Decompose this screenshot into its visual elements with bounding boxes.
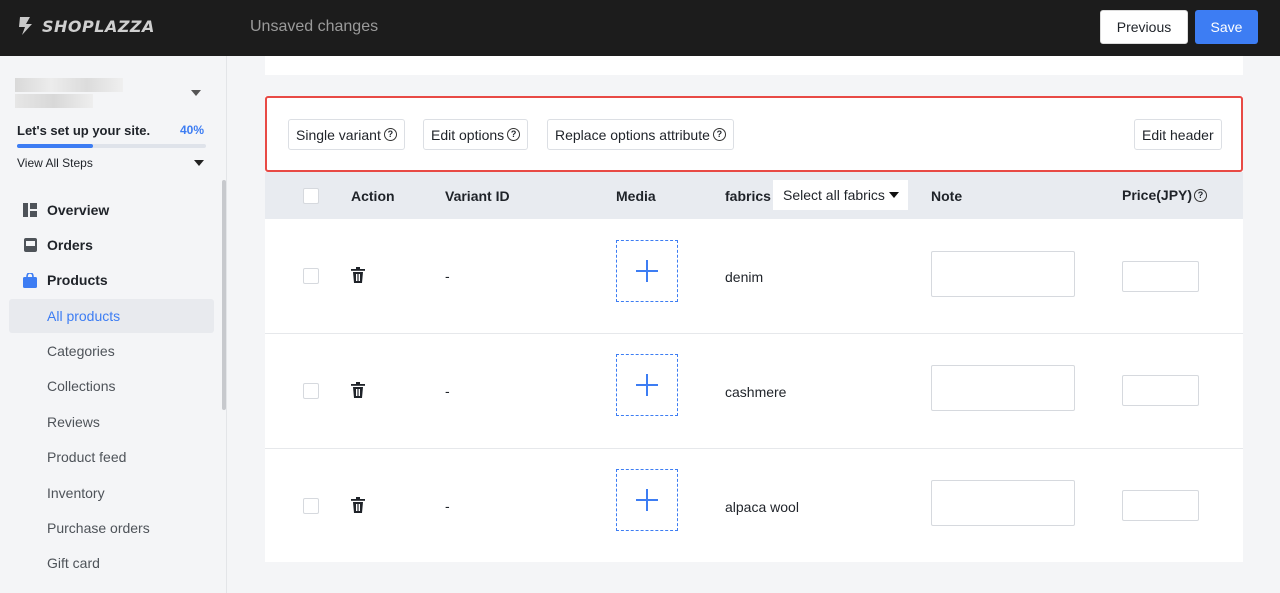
store-dropdown-icon[interactable] bbox=[191, 90, 201, 96]
sidebar-item-overview[interactable]: Overview bbox=[9, 193, 214, 227]
table-header: Action Variant ID Media fabrics Select a… bbox=[265, 172, 1243, 219]
sidebar-item-label: Products bbox=[47, 272, 108, 288]
plus-icon bbox=[636, 374, 658, 396]
variant-id-value: - bbox=[445, 268, 450, 284]
edit-options-label: Edit options bbox=[431, 126, 505, 143]
sidebar-item-collections[interactable]: Collections bbox=[9, 369, 214, 403]
save-button[interactable]: Save bbox=[1195, 10, 1258, 44]
plus-icon bbox=[636, 260, 658, 282]
help-icon[interactable]: ? bbox=[507, 128, 521, 141]
table-row: - alpaca wool bbox=[265, 449, 1243, 562]
shopping-bag-icon bbox=[9, 272, 47, 288]
column-price: Price(JPY) ? bbox=[1122, 187, 1208, 203]
price-input[interactable] bbox=[1122, 490, 1199, 521]
table-row: - denim bbox=[265, 219, 1243, 334]
logo[interactable]: SHOPLAZZA bbox=[16, 15, 155, 37]
column-media: Media bbox=[616, 188, 656, 204]
help-icon[interactable]: ? bbox=[383, 128, 397, 141]
shoplazza-logo-icon bbox=[19, 17, 32, 35]
column-fabrics: fabrics bbox=[725, 188, 771, 204]
sidebar-item-inventory[interactable]: Inventory bbox=[9, 476, 214, 510]
variant-toolbar: Single variant ? Edit options ? Replace … bbox=[265, 96, 1243, 172]
select-all-checkbox[interactable] bbox=[303, 188, 319, 204]
logo-text: SHOPLAZZA bbox=[42, 16, 155, 36]
sidebar-item-gift-card[interactable]: Gift card bbox=[9, 546, 214, 580]
replace-options-label: Replace options attribute bbox=[555, 126, 710, 143]
add-media-button[interactable] bbox=[616, 354, 678, 416]
help-icon[interactable]: ? bbox=[1194, 188, 1208, 202]
sidebar-item-categories[interactable]: Categories bbox=[9, 334, 214, 368]
price-input[interactable] bbox=[1122, 261, 1199, 292]
fabric-value: cashmere bbox=[725, 384, 787, 400]
overview-icon bbox=[9, 203, 47, 217]
fabric-value: denim bbox=[725, 269, 764, 285]
replace-options-attribute-button[interactable]: Replace options attribute ? bbox=[547, 119, 734, 150]
price-input[interactable] bbox=[1122, 375, 1199, 406]
select-all-fabrics-label: Select all fabrics bbox=[783, 187, 885, 203]
chevron-down-icon[interactable] bbox=[194, 160, 204, 166]
variant-id-value: - bbox=[445, 498, 450, 514]
sidebar-item-product-feed[interactable]: Product feed bbox=[9, 440, 214, 474]
edit-header-button[interactable]: Edit header bbox=[1134, 119, 1222, 150]
sidebar-item-orders[interactable]: Orders bbox=[9, 228, 214, 262]
column-price-label: Price(JPY) bbox=[1122, 187, 1193, 203]
note-input[interactable] bbox=[931, 251, 1075, 297]
row-checkbox[interactable] bbox=[303, 268, 319, 284]
sidebar: Let's set up your site. 40% View All Ste… bbox=[0, 56, 227, 593]
trash-icon[interactable] bbox=[351, 497, 365, 513]
setup-title: Let's set up your site. bbox=[17, 123, 151, 138]
top-bar: SHOPLAZZA Unsaved changes Previous Save bbox=[0, 0, 1280, 56]
edit-options-button[interactable]: Edit options ? bbox=[423, 119, 529, 150]
sidebar-item-label: Orders bbox=[47, 237, 93, 253]
single-variant-label: Single variant bbox=[296, 126, 381, 143]
select-all-fabrics-dropdown[interactable]: Select all fabrics bbox=[773, 180, 908, 210]
note-input[interactable] bbox=[931, 480, 1075, 526]
note-input[interactable] bbox=[931, 365, 1075, 411]
sidebar-item-label: Overview bbox=[47, 202, 110, 218]
caret-down-icon bbox=[888, 192, 899, 198]
setup-percent: 40% bbox=[180, 123, 205, 137]
table-row: - cashmere bbox=[265, 334, 1243, 449]
orders-icon bbox=[9, 238, 47, 252]
sidebar-item-reviews[interactable]: Reviews bbox=[9, 405, 214, 439]
previous-section-card bbox=[265, 56, 1243, 75]
sidebar-item-all-products[interactable]: All products bbox=[9, 299, 214, 333]
unsaved-changes-label: Unsaved changes bbox=[250, 18, 379, 35]
setup-progress-bar bbox=[17, 144, 206, 148]
fabric-value: alpaca wool bbox=[725, 499, 799, 515]
add-media-button[interactable] bbox=[616, 240, 678, 302]
column-variant-id: Variant ID bbox=[445, 188, 510, 204]
previous-button[interactable]: Previous bbox=[1100, 10, 1188, 44]
trash-icon[interactable] bbox=[351, 382, 365, 398]
sidebar-scrollbar[interactable] bbox=[222, 180, 226, 410]
trash-icon[interactable] bbox=[351, 267, 365, 283]
help-icon[interactable]: ? bbox=[712, 128, 726, 141]
row-checkbox[interactable] bbox=[303, 383, 319, 399]
add-media-button[interactable] bbox=[616, 469, 678, 531]
sidebar-item-purchase-orders[interactable]: Purchase orders bbox=[9, 511, 214, 545]
store-name-blurred[interactable] bbox=[15, 78, 123, 108]
plus-icon bbox=[636, 489, 658, 511]
setup-progress-fill bbox=[17, 144, 93, 148]
column-note: Note bbox=[931, 188, 963, 204]
variant-id-value: - bbox=[445, 383, 450, 399]
sidebar-item-products[interactable]: Products bbox=[9, 263, 214, 297]
column-action: Action bbox=[351, 188, 395, 204]
row-checkbox[interactable] bbox=[303, 498, 319, 514]
view-all-steps-link[interactable]: View All Steps bbox=[17, 156, 93, 170]
single-variant-button[interactable]: Single variant ? bbox=[288, 119, 405, 150]
